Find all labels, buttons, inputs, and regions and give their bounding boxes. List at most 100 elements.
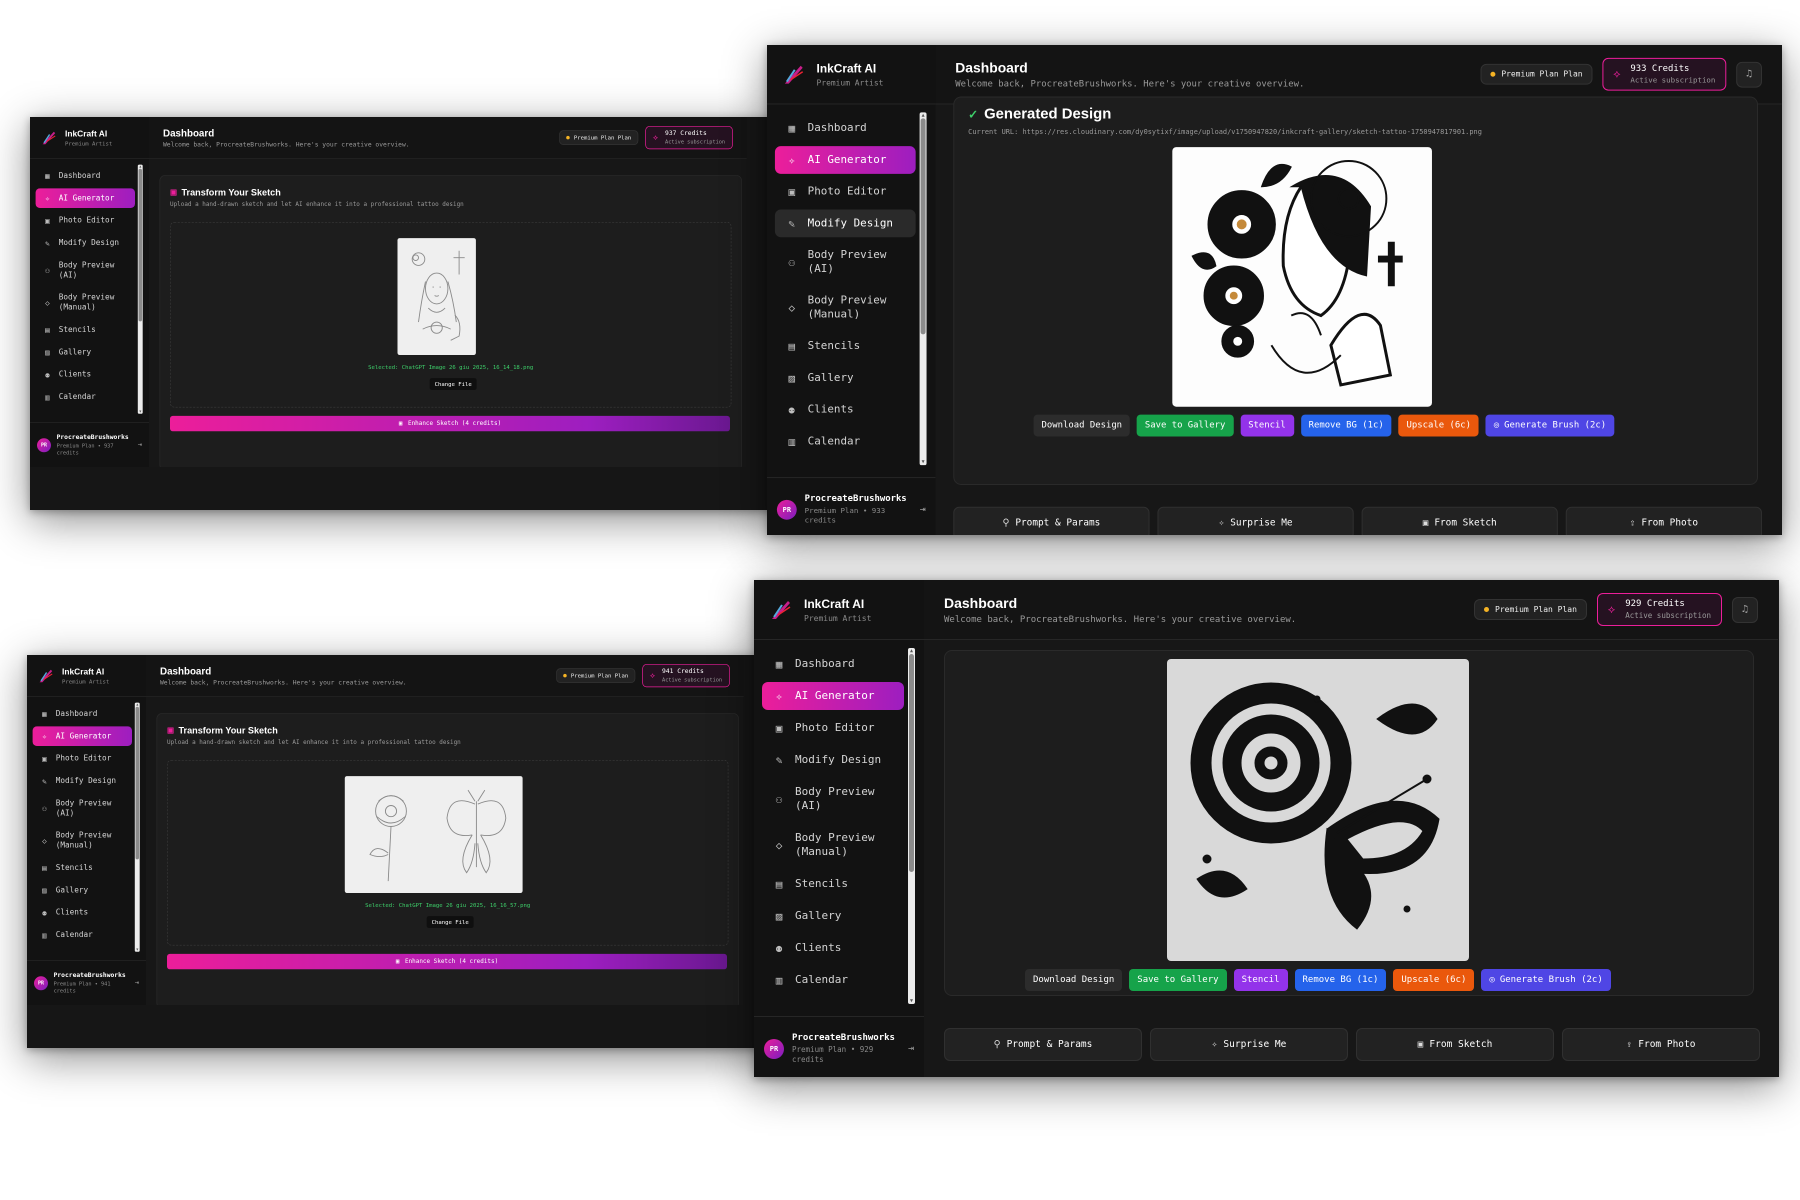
save-to-gallery-button[interactable]: Save to Gallery <box>1129 969 1227 991</box>
change-file-button[interactable]: Change File <box>429 378 477 390</box>
sidebar-item-body-preview-manual[interactable]: ◇ Body Preview (Manual) <box>762 824 904 866</box>
tab-from-photo[interactable]: ⇪ From Photo <box>1565 506 1762 535</box>
plan-badge: Premium Plan Plan <box>1474 599 1587 620</box>
generate-brush-button[interactable]: ◎ Generate Brush (2c) <box>1485 414 1615 437</box>
stencil-button[interactable]: Stencil <box>1240 414 1294 437</box>
sidebar-item-stencils[interactable]: ▤ Stencils <box>762 870 904 898</box>
generate-brush-button[interactable]: ◎ Generate Brush (2c) <box>1481 969 1611 991</box>
enhance-sketch-button[interactable]: ▣ Enhance Sketch (4 credits) <box>167 953 727 970</box>
enhance-sketch-button[interactable]: ▣ Enhance Sketch (4 credits) <box>170 415 730 432</box>
sidebar-item-gallery[interactable]: ▨ Gallery <box>775 364 916 392</box>
dashboard-icon: ▦ <box>788 121 796 135</box>
user-name: ProcreateBrushworks <box>792 1032 895 1043</box>
sidebar-item-body-preview-manual[interactable]: ◇ Body Preview (Manual) <box>33 826 132 855</box>
sketch-dropzone[interactable]: Selected: ChatGPT Image 26 giu 2025, 16_… <box>167 760 729 946</box>
tab-from-photo[interactable]: ⇪ From Photo <box>1562 1028 1760 1061</box>
upscale-button[interactable]: Upscale (6c) <box>1393 969 1475 991</box>
credits-badge[interactable]: ⟡ 933 Credits Active subscription <box>1602 57 1727 91</box>
sidebar-item-body-preview-ai[interactable]: ⚇ Body Preview (AI) <box>33 794 132 823</box>
logout-icon[interactable]: ⇥ <box>135 979 139 987</box>
sidebar-item-body-preview-ai[interactable]: ⚇ Body Preview (AI) <box>775 241 916 283</box>
tattoo-woman-flowers-art <box>1191 159 1403 387</box>
sidebar-scrollbar[interactable]: ▲ ▼ <box>919 112 927 466</box>
sidebar-item-stencils[interactable]: ▤ Stencils <box>33 858 132 878</box>
sidebar-item-calendar[interactable]: ▥ Calendar <box>775 428 916 456</box>
sidebar-item-dashboard[interactable]: ▦ Dashboard <box>33 704 132 724</box>
remove-bg-button[interactable]: Remove BG (1c) <box>1294 969 1387 991</box>
tab-surprise-me[interactable]: ✧ Surprise Me <box>1157 506 1354 535</box>
tab-from-sketch[interactable]: ▣ From Sketch <box>1356 1028 1554 1061</box>
sidebar-item-ai-generator[interactable]: ✧ AI Generator <box>32 726 132 746</box>
logout-icon[interactable]: ⇥ <box>908 1043 914 1054</box>
sidebar-scrollbar[interactable]: ▲ ▼ <box>908 648 915 1004</box>
user-profile[interactable]: PR ProcreateBrushworks Premium Plan • 941… <box>27 960 146 1005</box>
sidebar-item-dashboard[interactable]: ▦ Dashboard <box>775 114 916 142</box>
sidebar-item-body-preview-ai[interactable]: ⚇ Body Preview (AI) <box>36 256 135 285</box>
sidebar-item-stencils[interactable]: ▤ Stencils <box>36 320 135 340</box>
sidebar-item-clients[interactable]: ⚉ Clients <box>36 365 135 385</box>
tab-prompt-params[interactable]: ⚲ Prompt & Params <box>953 506 1150 535</box>
user-profile[interactable]: PR ProcreateBrushworks Premium Plan • 937… <box>30 422 149 467</box>
change-file-button[interactable]: Change File <box>426 916 474 928</box>
sidebar-item-calendar[interactable]: ▥ Calendar <box>36 387 135 407</box>
sidebar-item-gallery[interactable]: ▨ Gallery <box>33 880 132 900</box>
tab-surprise-me[interactable]: ✧ Surprise Me <box>1150 1028 1348 1061</box>
credits-badge[interactable]: ⟡ 941 Credits Active subscription <box>642 664 730 688</box>
sidebar-item-calendar[interactable]: ▥ Calendar <box>762 966 904 994</box>
sidebar-item-gallery[interactable]: ▨ Gallery <box>36 342 135 362</box>
user-plan: Premium Plan • 929 credits <box>792 1044 874 1064</box>
sidebar-item-body-preview-manual[interactable]: ◇ Body Preview (Manual) <box>36 288 135 317</box>
file-icon: ▤ <box>42 863 47 873</box>
sidebar-item-dashboard[interactable]: ▦ Dashboard <box>762 650 904 678</box>
scrollbar-thumb[interactable] <box>920 118 926 335</box>
users-icon: ⚉ <box>788 403 796 417</box>
credits-badge[interactable]: ⟡ 929 Credits Active subscription <box>1596 593 1722 626</box>
sidebar-item-modify-design[interactable]: ✎ Modify Design <box>36 233 135 253</box>
sidebar-item-clients[interactable]: ⚉ Clients <box>775 396 916 424</box>
scrollbar-thumb[interactable] <box>909 654 914 872</box>
scrollbar-thumb[interactable] <box>138 168 142 322</box>
sidebar-item-ai-generator[interactable]: ✧ AI Generator <box>35 188 135 208</box>
download-design-button[interactable]: Download Design <box>1033 414 1130 437</box>
brand: InkCraft AI Premium Artist <box>767 45 936 105</box>
save-to-gallery-button[interactable]: Save to Gallery <box>1136 414 1234 437</box>
bell-icon[interactable]: ♫ <box>1736 61 1762 88</box>
sketch-flower-butterfly-drawing <box>369 789 507 882</box>
sidebar-item-ai-generator[interactable]: ✧ AI Generator <box>774 146 916 174</box>
sidebar-item-clients[interactable]: ⚉ Clients <box>762 934 904 962</box>
scrollbar-thumb[interactable] <box>135 706 139 860</box>
sidebar-item-photo-editor[interactable]: ▣ Photo Editor <box>775 178 916 206</box>
sidebar-item-stencils[interactable]: ▤ Stencils <box>775 332 916 360</box>
sidebar-item-ai-generator[interactable]: ✧ AI Generator <box>762 682 904 710</box>
sidebar-item-modify-design[interactable]: ✎ Modify Design <box>762 746 904 774</box>
sidebar-scrollbar[interactable]: ▲ ▼ <box>134 702 140 952</box>
download-design-button[interactable]: Download Design <box>1025 969 1123 991</box>
sidebar-item-photo-editor[interactable]: ▣ Photo Editor <box>762 714 904 742</box>
sidebar-item-photo-editor[interactable]: ▣ Photo Editor <box>33 749 132 769</box>
tab-from-sketch[interactable]: ▣ From Sketch <box>1361 506 1558 535</box>
current-url: Current URL: https://res.cloudinary.com/… <box>968 128 1482 137</box>
logout-icon[interactable]: ⇥ <box>920 504 926 515</box>
upscale-button[interactable]: Upscale (6c) <box>1398 414 1479 437</box>
sidebar-item-dashboard[interactable]: ▦ Dashboard <box>36 166 135 186</box>
user-profile[interactable]: PR ProcreateBrushworks Premium Plan • 933… <box>767 477 936 535</box>
sidebar-item-modify-design[interactable]: ✎ Modify Design <box>774 209 916 238</box>
sidebar: InkCraft AI Premium Artist ▦ Dashboard ✧ AI… <box>754 580 925 1077</box>
sidebar-item-calendar[interactable]: ▥ Calendar <box>33 925 132 945</box>
user-profile[interactable]: PR ProcreateBrushworks Premium Plan • 929… <box>754 1016 924 1077</box>
sketch-dropzone[interactable]: Selected: ChatGPT Image 26 giu 2025, 16_… <box>170 222 732 408</box>
sidebar-item-body-preview-manual[interactable]: ◇ Body Preview (Manual) <box>775 287 916 329</box>
logout-icon[interactable]: ⇥ <box>138 441 142 449</box>
remove-bg-button[interactable]: Remove BG (1c) <box>1300 414 1392 437</box>
sidebar-item-clients[interactable]: ⚉ Clients <box>33 903 132 923</box>
sidebar-item-body-preview-ai[interactable]: ⚇ Body Preview (AI) <box>762 778 904 820</box>
tab-prompt-params[interactable]: ⚲ Prompt & Params <box>944 1028 1142 1061</box>
bell-icon[interactable]: ♫ <box>1732 596 1758 623</box>
sidebar-item-modify-design[interactable]: ✎ Modify Design <box>33 771 132 791</box>
stencil-button[interactable]: Stencil <box>1233 969 1288 991</box>
sidebar-scrollbar[interactable]: ▲ ▼ <box>137 164 143 414</box>
sidebar-item-photo-editor[interactable]: ▣ Photo Editor <box>36 211 135 231</box>
main: Dashboard Welcome back, ProcreateBrushwor… <box>935 45 1782 535</box>
credits-badge[interactable]: ⟡ 937 Credits Active subscription <box>645 126 733 150</box>
sidebar-item-gallery[interactable]: ▨ Gallery <box>762 902 904 930</box>
